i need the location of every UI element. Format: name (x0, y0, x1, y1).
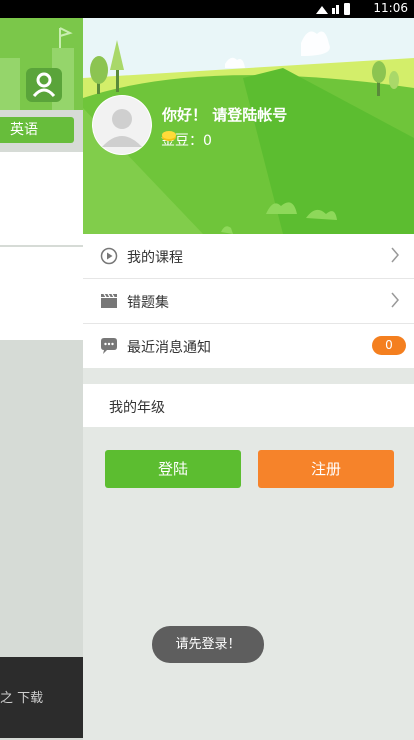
coin-balance: 金豆：0 (161, 130, 212, 150)
menu-item-label: 我的课程 (127, 250, 183, 266)
user-icon[interactable] (26, 68, 62, 102)
login-greeting[interactable]: 你好！ 请登陆帐号 (162, 104, 287, 125)
menu-item-mistakes[interactable]: 错题集 (83, 279, 414, 324)
play-circle-icon (100, 247, 118, 265)
menu-item-label: 最近消息通知 (127, 340, 211, 356)
clapperboard-icon (101, 293, 117, 308)
download-label[interactable]: 之 下载 (0, 687, 43, 706)
subject-chip[interactable]: 英语 (0, 117, 74, 143)
profile-header: 你好！ 请登陆帐号 金豆：0 (83, 18, 414, 234)
menu-item-my-courses[interactable]: 我的课程 (83, 234, 414, 279)
clock: 11:06 (373, 1, 408, 15)
menu-item-notifications[interactable]: 最近消息通知 0 (83, 324, 414, 368)
menu-item-label: 错题集 (127, 295, 169, 311)
toast-message: 请先登录！ (152, 626, 264, 663)
chevron-right-icon (391, 292, 399, 308)
grade-label: 我的年级 (109, 400, 165, 416)
status-bar: 11:06 (0, 0, 414, 18)
register-button[interactable]: 注册 (258, 450, 394, 488)
background-page: 英语 之 下载 (0, 18, 83, 740)
notification-count-badge: 0 (372, 336, 406, 355)
chevron-right-icon (391, 247, 399, 263)
chat-bubble-icon (101, 338, 117, 354)
my-grade-row[interactable]: 我的年级 (83, 384, 414, 427)
login-button[interactable]: 登陆 (105, 450, 241, 488)
coin-icon (162, 131, 176, 141)
background-card (0, 152, 83, 245)
menu-list: 我的课程 错题集 最近消息通知 0 (83, 234, 414, 368)
background-header (0, 18, 83, 110)
signal-battery-icons (316, 3, 350, 15)
background-bottom-bar: 之 下载 (0, 657, 83, 738)
background-card (0, 247, 83, 340)
avatar[interactable] (92, 95, 152, 155)
